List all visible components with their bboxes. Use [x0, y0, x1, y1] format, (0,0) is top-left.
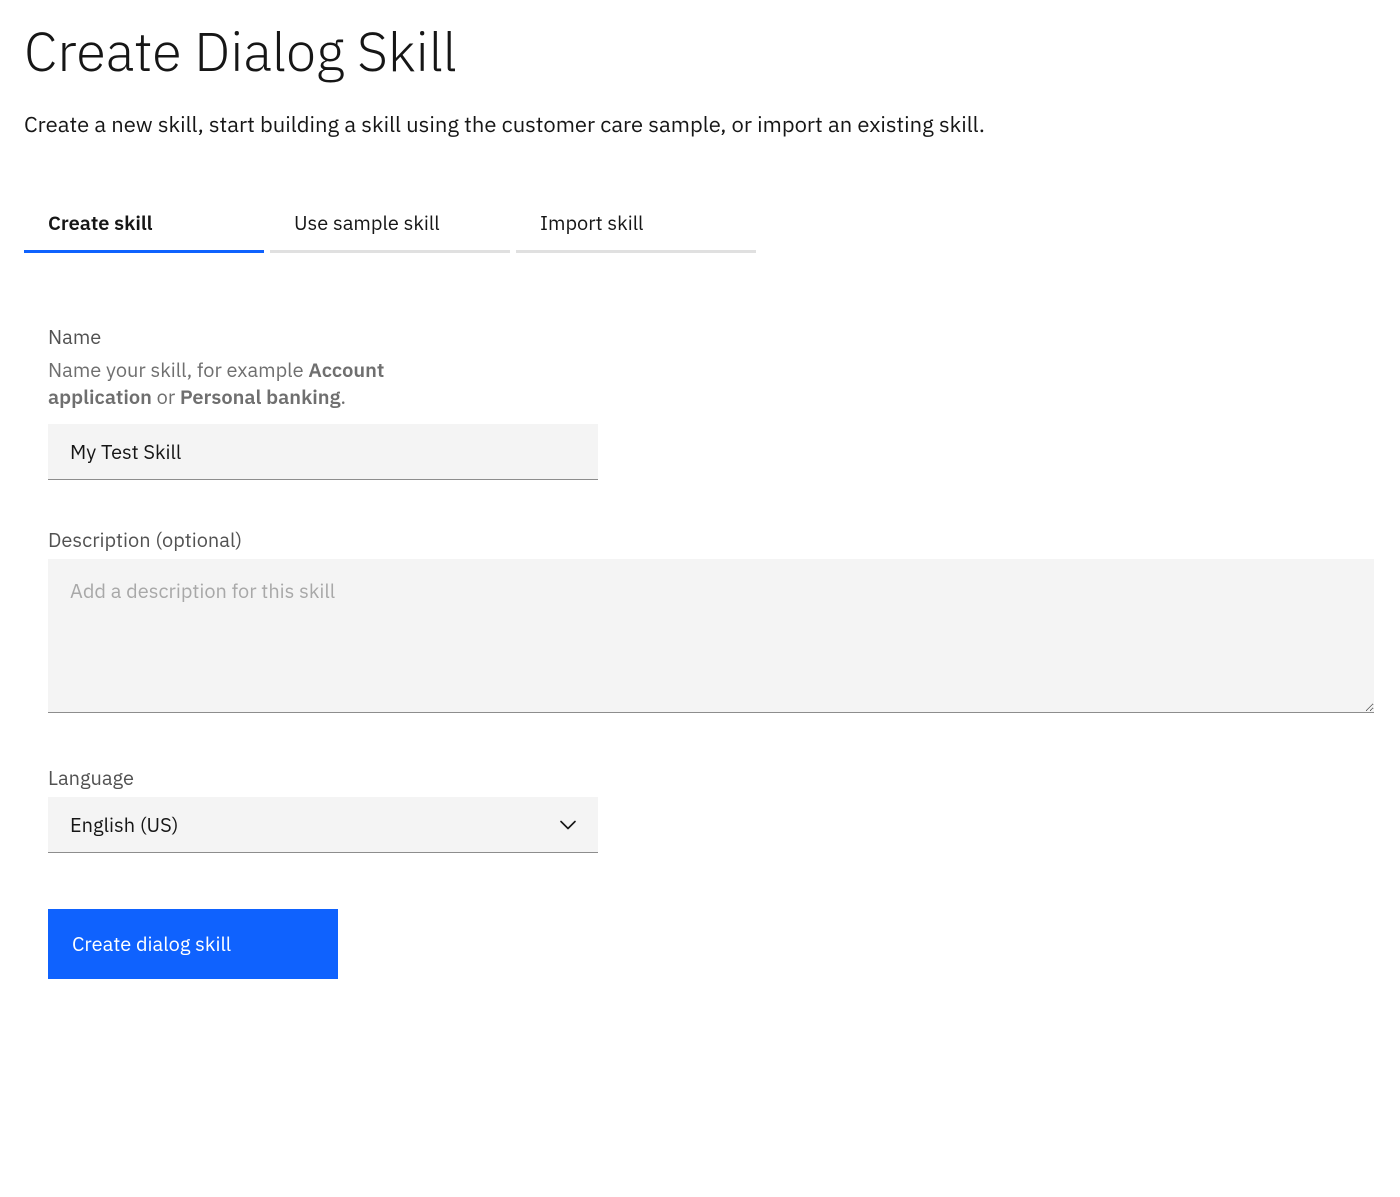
- tab-import-skill[interactable]: Import skill: [516, 195, 756, 253]
- language-field-block: Language English (US): [48, 764, 1374, 853]
- name-helper-text: Name your skill, for example Account app…: [48, 356, 448, 410]
- name-input[interactable]: [48, 424, 598, 480]
- tab-use-sample-skill[interactable]: Use sample skill: [270, 195, 510, 253]
- page-subtitle: Create a new skill, start building a ski…: [24, 110, 1376, 139]
- language-select-wrap: English (US): [48, 797, 598, 853]
- name-helper-suffix: .: [340, 383, 345, 410]
- description-label: Description (optional): [48, 526, 1374, 553]
- tabs: Create skill Use sample skill Import ski…: [24, 195, 1376, 253]
- language-label: Language: [48, 764, 1374, 791]
- name-label: Name: [48, 323, 1374, 350]
- description-field-block: Description (optional): [48, 526, 1374, 718]
- tab-create-skill[interactable]: Create skill: [24, 195, 264, 253]
- create-dialog-skill-button[interactable]: Create dialog skill: [48, 909, 338, 979]
- name-helper-mid: or: [152, 383, 180, 410]
- name-field-block: Name Name your skill, for example Accoun…: [48, 323, 1374, 480]
- language-select[interactable]: English (US): [48, 797, 598, 853]
- name-helper-example2: Personal banking: [180, 383, 341, 410]
- create-skill-form: Name Name your skill, for example Accoun…: [24, 323, 1376, 979]
- page-title: Create Dialog Skill: [24, 20, 1376, 82]
- name-helper-prefix: Name your skill, for example: [48, 356, 308, 383]
- description-input[interactable]: [48, 559, 1374, 713]
